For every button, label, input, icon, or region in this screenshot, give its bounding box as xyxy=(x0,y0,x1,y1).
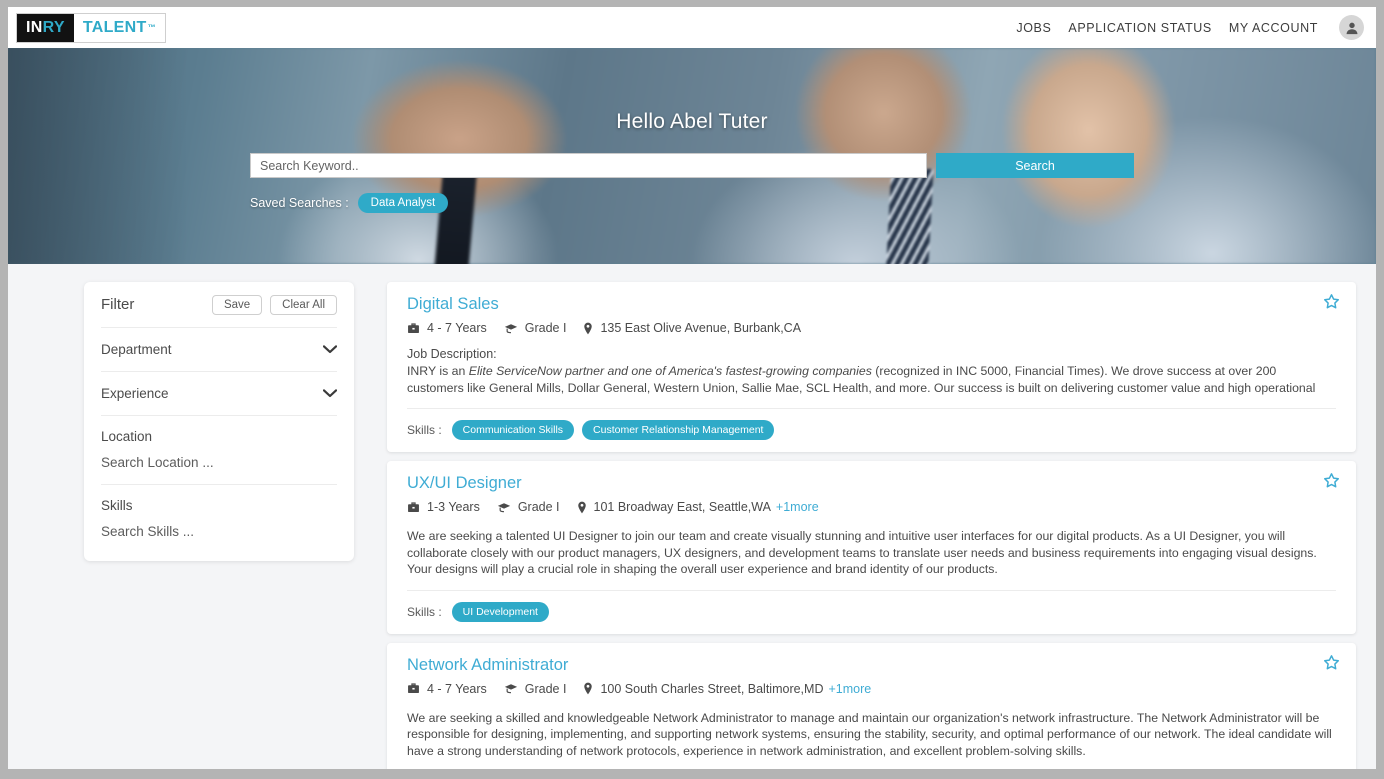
hero-banner: Hello Abel Tuter Search Saved Searches :… xyxy=(8,48,1376,264)
star-outline-icon[interactable] xyxy=(1323,472,1340,493)
search-row: Search xyxy=(250,153,1134,178)
chevron-down-icon[interactable] xyxy=(322,388,338,400)
job-description-pre: INRY is an xyxy=(407,364,469,378)
skill-chip[interactable]: Customer Relationship Management xyxy=(582,420,775,440)
briefcase-icon xyxy=(407,682,420,695)
filter-save-button[interactable]: Save xyxy=(211,294,263,315)
star-outline-icon[interactable] xyxy=(1323,293,1340,314)
job-meta: 1-3 Years Grade I 101 Broadway East, Sea… xyxy=(407,500,1336,514)
location-pin-icon xyxy=(577,501,587,514)
filter-label-experience: Experience xyxy=(101,386,169,401)
logo-in-text: IN xyxy=(26,18,43,36)
filter-section-experience[interactable]: Experience xyxy=(101,371,338,415)
job-experience: 1-3 Years xyxy=(427,500,480,514)
job-skills-row: Skills : UI Development xyxy=(407,589,1336,622)
main-content: Filter Save Clear All Department Experie… xyxy=(8,264,1376,769)
job-location: 101 Broadway East, Seattle,WA xyxy=(593,500,771,514)
saved-searches-label: Saved Searches : xyxy=(250,196,349,210)
job-skills-row: Skills : Communication Skills Customer R… xyxy=(407,408,1336,440)
skills-label: Skills : xyxy=(407,423,442,437)
job-card[interactable]: Digital Sales 4 - 7 Years Grade I 135 Ea… xyxy=(387,282,1356,452)
nav-links: JOBS APPLICATION STATUS MY ACCOUNT xyxy=(1016,15,1364,40)
filter-section-skills: Skills xyxy=(101,484,337,561)
location-pin-icon xyxy=(583,682,593,695)
job-card[interactable]: Network Administrator 4 - 7 Years Grade … xyxy=(387,642,1356,769)
job-experience: 4 - 7 Years xyxy=(427,681,487,696)
filter-header: Filter Save Clear All xyxy=(101,282,337,327)
skill-chip[interactable]: UI Development xyxy=(451,601,549,622)
briefcase-icon xyxy=(407,322,420,335)
filter-actions: Save Clear All xyxy=(211,294,337,315)
logo-talent: TALENT ™ xyxy=(73,13,165,42)
graduation-cap-icon xyxy=(504,322,518,335)
job-description: We are seeking a talented UI Designer to… xyxy=(407,529,1317,576)
more-locations-link[interactable]: +1more xyxy=(776,500,819,514)
saved-searches-row: Saved Searches : Data Analyst xyxy=(250,193,1134,213)
graduation-cap-icon xyxy=(504,682,518,695)
job-location: 100 South Charles Street, Baltimore,MD xyxy=(600,681,824,696)
inry-talent-logo[interactable]: IN RY TALENT ™ xyxy=(16,12,166,43)
job-title[interactable]: UX/UI Designer xyxy=(407,474,522,493)
job-description-label: Job Description: xyxy=(407,347,497,361)
job-meta: 4 - 7 Years Grade I 100 South Charles St… xyxy=(407,682,1336,696)
job-title[interactable]: Digital Sales xyxy=(407,295,499,314)
job-description: INRY is an Elite ServiceNow partner and … xyxy=(407,363,1336,396)
filter-title: Filter xyxy=(101,296,135,313)
logo-inry: IN RY xyxy=(17,13,74,42)
hero-content: Hello Abel Tuter Search Saved Searches :… xyxy=(8,48,1376,264)
search-input[interactable] xyxy=(250,153,927,178)
location-search-input[interactable] xyxy=(101,455,337,470)
filter-clear-all-button[interactable]: Clear All xyxy=(270,294,337,315)
job-grade: Grade I xyxy=(524,321,567,335)
nav-item-application-status[interactable]: APPLICATION STATUS xyxy=(1068,21,1211,35)
logo-talent-text: TALENT xyxy=(82,18,147,36)
filter-label-location: Location xyxy=(101,429,153,444)
job-results-list: Digital Sales 4 - 7 Years Grade I 135 Ea… xyxy=(387,282,1356,769)
job-description: We are seeking a skilled and knowledgeab… xyxy=(407,710,1332,758)
trademark-icon: ™ xyxy=(147,23,156,32)
browser-frame: IN RY TALENT ™ JOBS APPLICATION STATUS MY … xyxy=(0,0,1384,779)
filter-section-department[interactable]: Department xyxy=(101,327,338,371)
job-grade: Grade I xyxy=(517,500,560,514)
top-navigation-bar: IN RY TALENT ™ JOBS APPLICATION STATUS MY … xyxy=(8,7,1376,48)
location-pin-icon xyxy=(583,322,593,335)
job-grade: Grade I xyxy=(524,681,567,696)
job-meta: 4 - 7 Years Grade I 135 East Olive Avenu… xyxy=(407,321,1336,335)
job-experience: 4 - 7 Years xyxy=(427,321,487,335)
logo-ry-text: RY xyxy=(42,18,65,36)
search-button[interactable]: Search xyxy=(936,153,1134,178)
job-card[interactable]: UX/UI Designer 1-3 Years Grade I 101 Bro… xyxy=(387,461,1356,634)
job-location: 135 East Olive Avenue, Burbank,CA xyxy=(600,321,802,335)
skill-chip[interactable]: Communication Skills xyxy=(451,420,575,440)
briefcase-icon xyxy=(407,501,420,514)
saved-search-chip-data-analyst[interactable]: Data Analyst xyxy=(357,193,449,213)
nav-item-my-account[interactable]: MY ACCOUNT xyxy=(1229,21,1318,35)
graduation-cap-icon xyxy=(497,501,511,514)
filter-panel: Filter Save Clear All Department Experie… xyxy=(84,282,354,561)
more-locations-link[interactable]: +1more xyxy=(828,682,871,696)
nav-item-jobs[interactable]: JOBS xyxy=(1016,21,1051,35)
chevron-down-icon[interactable] xyxy=(322,344,338,356)
filter-label-skills: Skills xyxy=(101,498,133,513)
greeting-text: Hello Abel Tuter xyxy=(616,110,768,133)
job-description-emphasis: Elite ServiceNow partner and one of Amer… xyxy=(468,364,872,378)
skills-search-input[interactable] xyxy=(101,524,337,539)
filter-section-location: Location xyxy=(101,415,337,484)
job-title[interactable]: Network Administrator xyxy=(407,656,568,675)
star-outline-icon[interactable] xyxy=(1323,654,1340,675)
user-avatar-icon[interactable] xyxy=(1339,15,1364,40)
filter-label-department: Department xyxy=(101,342,172,357)
page-viewport: IN RY TALENT ™ JOBS APPLICATION STATUS MY … xyxy=(8,7,1376,769)
skills-label: Skills : xyxy=(407,604,442,619)
